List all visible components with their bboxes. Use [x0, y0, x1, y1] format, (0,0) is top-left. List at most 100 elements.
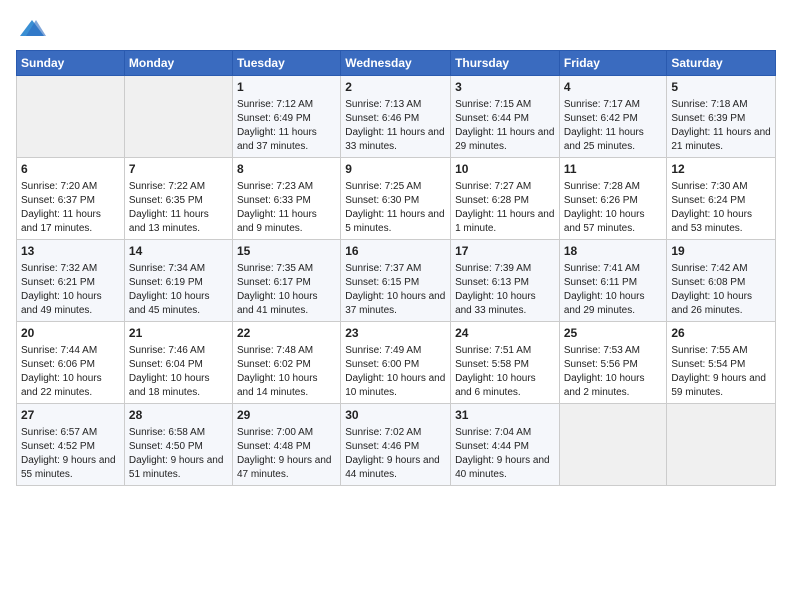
day-info: Daylight: 11 hours and 37 minutes. — [237, 126, 336, 154]
calendar-cell: 13Sunrise: 7:32 AMSunset: 6:21 PMDayligh… — [17, 240, 125, 322]
calendar-cell: 3Sunrise: 7:15 AMSunset: 6:44 PMDaylight… — [451, 76, 560, 158]
day-number: 28 — [129, 407, 228, 424]
calendar-cell: 8Sunrise: 7:23 AMSunset: 6:33 PMDaylight… — [232, 158, 340, 240]
day-info: Daylight: 10 hours and 14 minutes. — [237, 372, 336, 400]
day-info: Sunset: 4:52 PM — [21, 440, 120, 454]
day-info: Sunrise: 7:55 AM — [671, 344, 771, 358]
day-info: Sunset: 6:11 PM — [564, 276, 663, 290]
day-info: Daylight: 10 hours and 18 minutes. — [129, 372, 228, 400]
day-info: Sunset: 6:44 PM — [455, 112, 555, 126]
calendar-cell — [559, 404, 667, 486]
day-number: 15 — [237, 243, 336, 260]
day-number: 23 — [345, 325, 446, 342]
day-number: 27 — [21, 407, 120, 424]
day-number: 3 — [455, 79, 555, 96]
day-info: Sunset: 6:37 PM — [21, 194, 120, 208]
calendar-body: 1Sunrise: 7:12 AMSunset: 6:49 PMDaylight… — [17, 76, 776, 486]
day-info: Daylight: 9 hours and 55 minutes. — [21, 454, 120, 482]
weekday-header: Wednesday — [341, 51, 451, 76]
day-info: Sunrise: 7:48 AM — [237, 344, 336, 358]
day-info: Sunrise: 7:42 AM — [671, 262, 771, 276]
calendar-cell: 28Sunrise: 6:58 AMSunset: 4:50 PMDayligh… — [124, 404, 232, 486]
day-info: Sunrise: 7:39 AM — [455, 262, 555, 276]
day-info: Sunset: 6:02 PM — [237, 358, 336, 372]
day-info: Sunrise: 7:18 AM — [671, 98, 771, 112]
day-number: 5 — [671, 79, 771, 96]
day-info: Sunset: 6:06 PM — [21, 358, 120, 372]
calendar-cell: 17Sunrise: 7:39 AMSunset: 6:13 PMDayligh… — [451, 240, 560, 322]
day-number: 18 — [564, 243, 663, 260]
day-info: Daylight: 11 hours and 21 minutes. — [671, 126, 771, 154]
calendar-cell — [17, 76, 125, 158]
day-info: Sunrise: 7:13 AM — [345, 98, 446, 112]
day-info: Daylight: 9 hours and 40 minutes. — [455, 454, 555, 482]
day-info: Sunset: 4:44 PM — [455, 440, 555, 454]
day-info: Sunset: 6:19 PM — [129, 276, 228, 290]
day-info: Sunrise: 7:20 AM — [21, 180, 120, 194]
calendar-cell: 24Sunrise: 7:51 AMSunset: 5:58 PMDayligh… — [451, 322, 560, 404]
day-info: Daylight: 9 hours and 47 minutes. — [237, 454, 336, 482]
day-number: 21 — [129, 325, 228, 342]
day-info: Sunrise: 7:30 AM — [671, 180, 771, 194]
day-info: Daylight: 11 hours and 25 minutes. — [564, 126, 663, 154]
day-info: Sunrise: 6:57 AM — [21, 426, 120, 440]
calendar-week-row: 6Sunrise: 7:20 AMSunset: 6:37 PMDaylight… — [17, 158, 776, 240]
day-number: 31 — [455, 407, 555, 424]
calendar-cell: 18Sunrise: 7:41 AMSunset: 6:11 PMDayligh… — [559, 240, 667, 322]
day-info: Sunrise: 7:02 AM — [345, 426, 446, 440]
day-info: Sunset: 5:54 PM — [671, 358, 771, 372]
day-info: Daylight: 10 hours and 41 minutes. — [237, 290, 336, 318]
day-info: Sunset: 6:04 PM — [129, 358, 228, 372]
calendar-week-row: 27Sunrise: 6:57 AMSunset: 4:52 PMDayligh… — [17, 404, 776, 486]
calendar-week-row: 13Sunrise: 7:32 AMSunset: 6:21 PMDayligh… — [17, 240, 776, 322]
day-info: Sunset: 6:17 PM — [237, 276, 336, 290]
day-number: 22 — [237, 325, 336, 342]
day-info: Sunrise: 7:51 AM — [455, 344, 555, 358]
day-info: Daylight: 10 hours and 33 minutes. — [455, 290, 555, 318]
calendar-week-row: 1Sunrise: 7:12 AMSunset: 6:49 PMDaylight… — [17, 76, 776, 158]
calendar-cell: 5Sunrise: 7:18 AMSunset: 6:39 PMDaylight… — [667, 76, 776, 158]
day-info: Daylight: 11 hours and 17 minutes. — [21, 208, 120, 236]
day-info: Sunrise: 7:15 AM — [455, 98, 555, 112]
day-info: Sunset: 5:56 PM — [564, 358, 663, 372]
day-info: Daylight: 11 hours and 13 minutes. — [129, 208, 228, 236]
day-info: Sunrise: 7:32 AM — [21, 262, 120, 276]
day-info: Sunset: 6:33 PM — [237, 194, 336, 208]
calendar-header-row: SundayMondayTuesdayWednesdayThursdayFrid… — [17, 51, 776, 76]
calendar-cell: 7Sunrise: 7:22 AMSunset: 6:35 PMDaylight… — [124, 158, 232, 240]
day-number: 8 — [237, 161, 336, 178]
calendar-cell: 15Sunrise: 7:35 AMSunset: 6:17 PMDayligh… — [232, 240, 340, 322]
calendar-cell: 4Sunrise: 7:17 AMSunset: 6:42 PMDaylight… — [559, 76, 667, 158]
day-number: 20 — [21, 325, 120, 342]
calendar-cell: 29Sunrise: 7:00 AMSunset: 4:48 PMDayligh… — [232, 404, 340, 486]
calendar-cell: 31Sunrise: 7:04 AMSunset: 4:44 PMDayligh… — [451, 404, 560, 486]
calendar-cell: 11Sunrise: 7:28 AMSunset: 6:26 PMDayligh… — [559, 158, 667, 240]
calendar-cell: 19Sunrise: 7:42 AMSunset: 6:08 PMDayligh… — [667, 240, 776, 322]
day-info: Daylight: 11 hours and 1 minute. — [455, 208, 555, 236]
weekday-header: Saturday — [667, 51, 776, 76]
weekday-header: Monday — [124, 51, 232, 76]
weekday-header: Thursday — [451, 51, 560, 76]
day-info: Daylight: 9 hours and 44 minutes. — [345, 454, 446, 482]
day-number: 25 — [564, 325, 663, 342]
day-info: Daylight: 10 hours and 2 minutes. — [564, 372, 663, 400]
calendar-cell: 9Sunrise: 7:25 AMSunset: 6:30 PMDaylight… — [341, 158, 451, 240]
day-number: 14 — [129, 243, 228, 260]
day-number: 1 — [237, 79, 336, 96]
day-info: Sunset: 6:42 PM — [564, 112, 663, 126]
day-info: Sunset: 6:13 PM — [455, 276, 555, 290]
day-info: Sunset: 6:21 PM — [21, 276, 120, 290]
calendar-cell: 22 Sunrise: 7:48 AMSunset: 6:02 PMDayligh… — [232, 322, 340, 404]
day-info: Daylight: 10 hours and 37 minutes. — [345, 290, 446, 318]
day-info: Daylight: 10 hours and 57 minutes. — [564, 208, 663, 236]
day-info: Sunrise: 7:49 AM — [345, 344, 446, 358]
day-info: Sunrise: 7:27 AM — [455, 180, 555, 194]
day-number: 2 — [345, 79, 446, 96]
day-number: 10 — [455, 161, 555, 178]
day-info: Daylight: 10 hours and 45 minutes. — [129, 290, 228, 318]
calendar-cell: 6Sunrise: 7:20 AMSunset: 6:37 PMDaylight… — [17, 158, 125, 240]
day-info: Sunrise: 7:00 AM — [237, 426, 336, 440]
day-info: Daylight: 10 hours and 22 minutes. — [21, 372, 120, 400]
day-info: Sunset: 5:58 PM — [455, 358, 555, 372]
day-info: Daylight: 10 hours and 26 minutes. — [671, 290, 771, 318]
